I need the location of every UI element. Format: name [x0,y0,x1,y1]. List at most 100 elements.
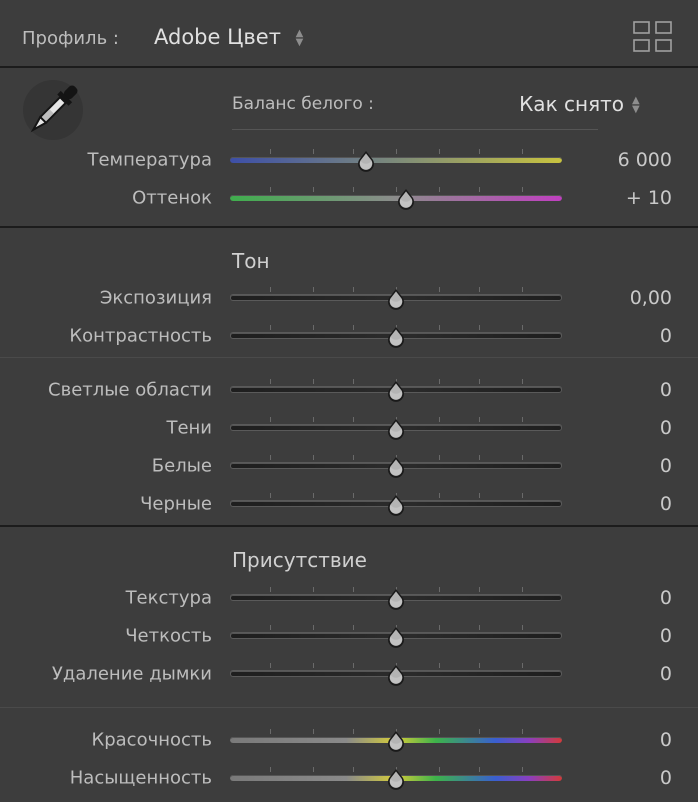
slider-thumb[interactable] [385,456,407,478]
slider-tick [522,287,524,292]
header-divider [0,66,698,68]
slider-value[interactable]: 0 [660,587,672,609]
slider[interactable] [230,767,562,790]
slider-thumb[interactable] [385,730,407,752]
slider-tick [522,493,524,498]
slider[interactable] [230,417,562,440]
slider-thumb[interactable] [385,588,407,610]
slider-tick [479,187,480,192]
slider-value[interactable]: 0,00 [630,287,672,309]
slider-tick [269,287,271,292]
slider-tick [313,417,314,422]
slider[interactable] [230,149,562,172]
slider-tick [479,729,480,734]
white-balance-underline [232,129,598,130]
slider-label: Четкость [125,625,212,647]
slider-tick [352,663,354,668]
slider-tick [439,455,441,460]
slider[interactable] [230,663,562,686]
slider-tick [439,379,441,384]
slider-label: Светлые области [48,379,212,401]
slider-tick [522,767,524,772]
slider-thumb[interactable] [355,150,377,172]
slider-value[interactable]: 0 [660,325,672,347]
slider-thumb[interactable] [385,380,407,402]
updown-arrows-icon: ▲ ▼ [295,28,304,48]
slider-tick [313,379,314,384]
slider-value[interactable]: 0 [660,663,672,685]
slider-tick [313,625,314,630]
slider-thumb[interactable] [395,188,417,210]
slider[interactable] [230,455,562,478]
slider-tick [439,767,441,772]
slider-tick [352,379,354,384]
slider-thumb[interactable] [385,418,407,440]
slider-label: Оттенок [132,187,212,209]
slider-thumb[interactable] [385,664,407,686]
slider-tick [439,287,441,292]
slider-tick [439,663,441,668]
slider-tick [479,663,480,668]
slider-value[interactable]: 0 [660,417,672,439]
slider-tick [269,455,271,460]
slider[interactable] [230,325,562,348]
slider-track[interactable] [230,157,562,163]
slider[interactable] [230,493,562,516]
slider-value[interactable]: 6 000 [618,149,672,171]
white-balance-label: Баланс белого : [232,94,374,114]
profile-browser-grid-icon[interactable] [633,21,673,53]
slider-value[interactable]: 0 [660,625,672,647]
slider-thumb[interactable] [385,326,407,348]
slider[interactable] [230,729,562,752]
slider-tick [313,149,314,154]
tone-divider [0,525,698,527]
slider-tick [522,325,524,330]
profile-dropdown[interactable]: Adobe Цвет ▲ ▼ [154,25,303,49]
slider-thumb[interactable] [385,626,407,648]
slider-value[interactable]: 0 [660,767,672,789]
slider-tick [269,663,271,668]
slider-tick [352,625,354,630]
slider-tick [479,287,480,292]
slider-value[interactable]: 0 [660,729,672,751]
slider[interactable] [230,587,562,610]
slider-tick [269,587,271,592]
slider-thumb[interactable] [385,768,407,790]
slider-tick [313,455,314,460]
slider-tick [396,149,397,154]
slider-value[interactable]: 0 [660,455,672,477]
slider-label: Экспозиция [99,287,212,309]
slider-tick [269,729,271,734]
white-balance-value: Как снято [519,92,624,116]
slider-thumb[interactable] [385,494,407,516]
slider-tick [479,417,480,422]
slider-tick [479,767,480,772]
slider[interactable] [230,187,562,210]
slider-tick [269,493,271,498]
slider-tick [522,379,524,384]
slider[interactable] [230,625,562,648]
slider-tick [269,417,271,422]
slider-label: Контрастность [69,325,212,347]
slider-tick [352,455,354,460]
slider-label: Красочность [91,729,212,751]
slider-thumb[interactable] [385,288,407,310]
slider-value[interactable]: + 10 [626,187,672,209]
slider-tick [522,417,524,422]
slider-tick [352,287,354,292]
slider-tick [313,187,314,192]
eyedropper-icon[interactable] [20,78,86,142]
slider-tick [269,149,271,154]
slider-tick [269,767,271,772]
slider[interactable] [230,287,562,310]
slider-tick [352,767,354,772]
profile-dropdown-value: Adobe Цвет [154,25,281,49]
slider-value[interactable]: 0 [660,379,672,401]
slider-tick [439,625,441,630]
slider-value[interactable]: 0 [660,493,672,515]
slider-tick [269,325,271,330]
slider-label: Температура [87,149,212,171]
slider[interactable] [230,379,562,402]
slider-tick [313,287,314,292]
white-balance-dropdown[interactable]: Как снято ▲ ▼ [519,92,640,116]
